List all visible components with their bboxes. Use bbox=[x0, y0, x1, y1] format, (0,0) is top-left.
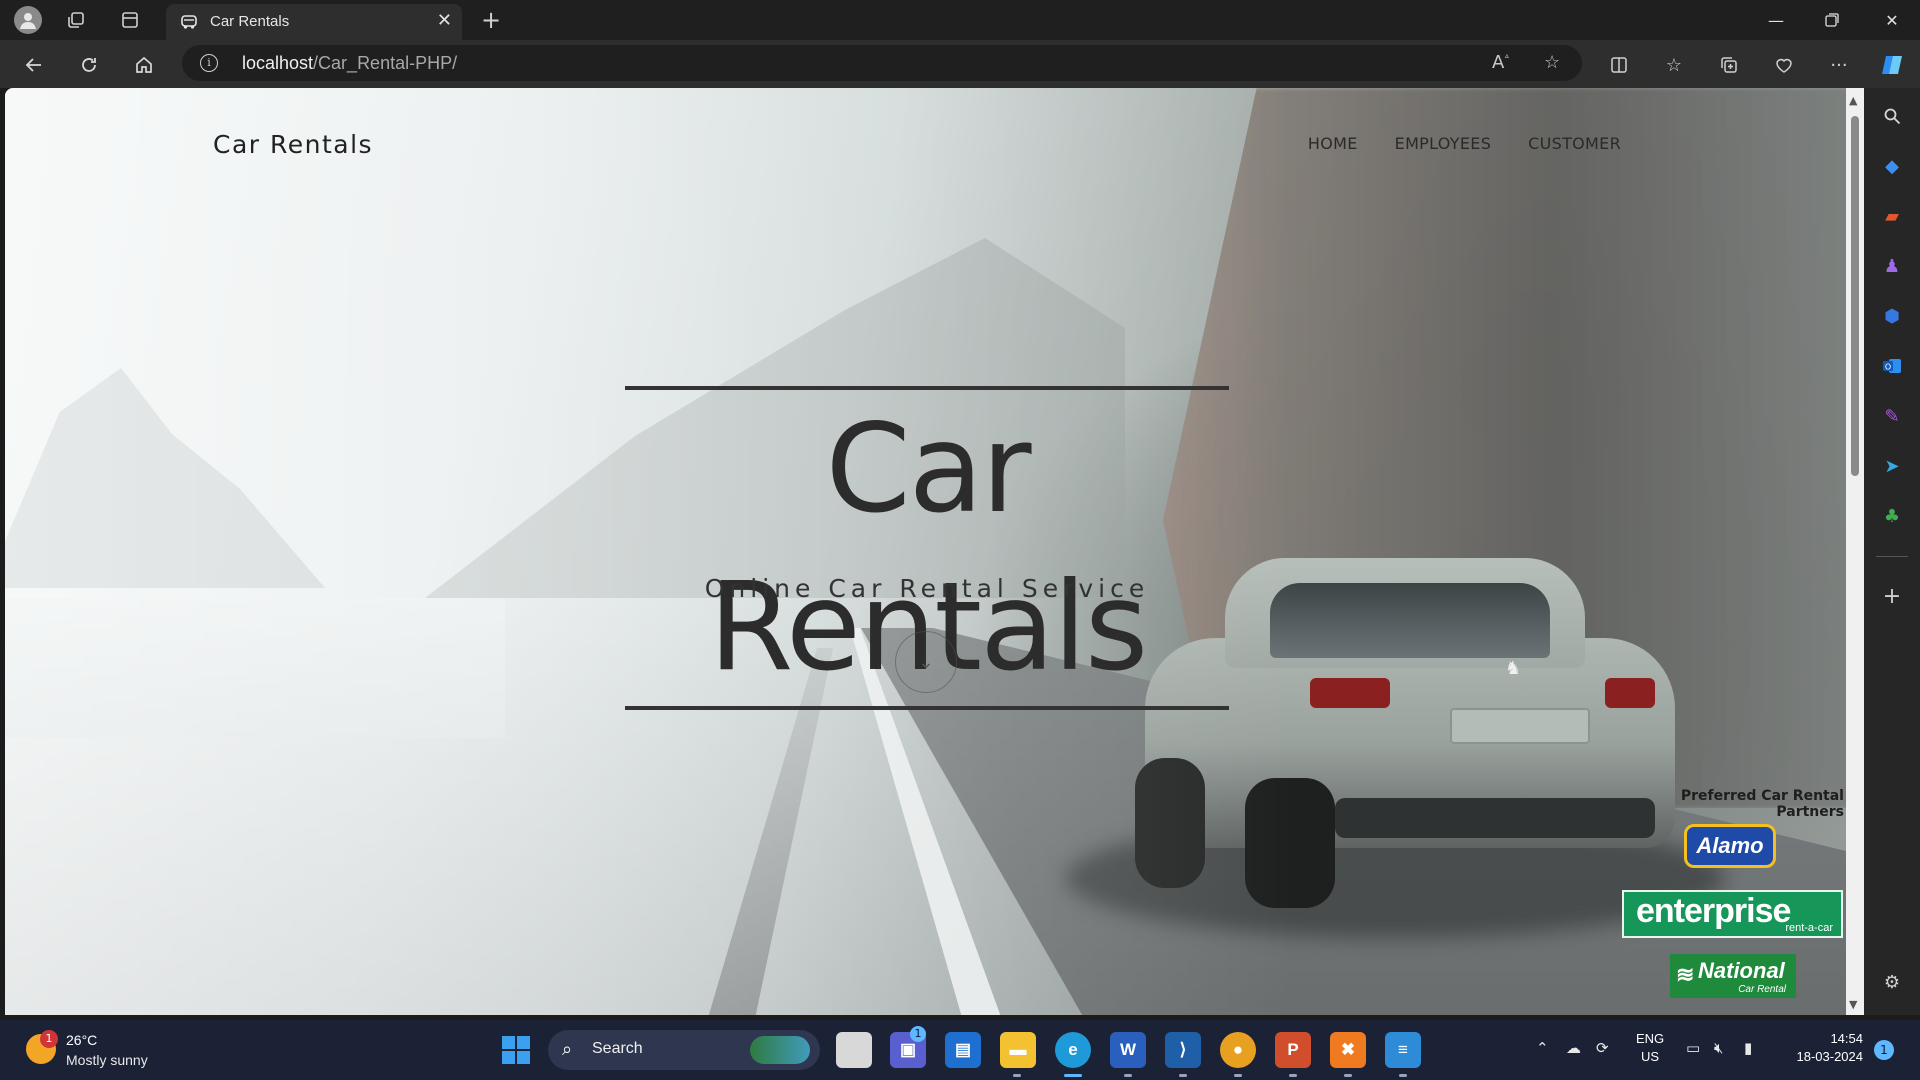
tools-briefcase-icon[interactable]: ▰ bbox=[1878, 202, 1906, 230]
partners-section: Preferred Car Rental Partners Alamo ente… bbox=[1622, 788, 1844, 998]
url-text: localhost/Car_Rental-PHP/ bbox=[242, 53, 457, 74]
language-indicator[interactable]: ENG US bbox=[1636, 1030, 1664, 1066]
vscode-icon[interactable]: ⟩ bbox=[1165, 1032, 1201, 1068]
system-clock[interactable]: 14:54 18-03-2024 bbox=[1783, 1030, 1864, 1066]
profile-avatar-icon[interactable] bbox=[14, 6, 42, 34]
clock-date: 18-03-2024 bbox=[1796, 1049, 1864, 1064]
xampp-icon[interactable]: ✖ bbox=[1330, 1032, 1366, 1068]
refresh-icon[interactable] bbox=[74, 50, 104, 80]
more-options-icon[interactable]: ··· bbox=[1824, 50, 1854, 80]
speaker-muted-icon[interactable]: 🔇︎ bbox=[1714, 1039, 1723, 1057]
tab-close-icon[interactable]: ✕ bbox=[437, 10, 452, 31]
read-aloud-icon[interactable]: Aᐞ bbox=[1492, 52, 1509, 73]
site-info-icon[interactable]: i bbox=[200, 54, 218, 72]
tray-chevron-up-icon[interactable]: ⌃ bbox=[1536, 1039, 1549, 1057]
language-code: ENG bbox=[1636, 1031, 1665, 1046]
page-scrollbar[interactable]: ▲ ▼ bbox=[1846, 88, 1864, 1015]
nav-customer-link[interactable]: CUSTOMER bbox=[1528, 134, 1621, 153]
tab-title: Car Rentals bbox=[210, 13, 290, 30]
windows-start-icon[interactable] bbox=[502, 1036, 530, 1064]
weather-badge: 1 bbox=[40, 1030, 58, 1048]
add-sidebar-app-icon[interactable]: + bbox=[1878, 582, 1906, 610]
favorite-star-icon[interactable]: ☆ bbox=[1544, 52, 1560, 73]
battery-icon[interactable]: ▮ bbox=[1744, 1039, 1752, 1057]
windows-taskbar: 1 26°C Mostly sunny ⌕ Search ▣ 1 ▤ ▬ e W… bbox=[0, 1020, 1920, 1080]
national-swoosh-icon: ≋ bbox=[1676, 962, 1695, 987]
browser-titlebar: Car Rentals ✕ + — ✕ bbox=[0, 0, 1920, 40]
tree-app-icon[interactable]: ♣ bbox=[1878, 502, 1906, 530]
car-favicon-icon bbox=[180, 13, 198, 31]
outlook-icon[interactable]: O bbox=[1878, 352, 1906, 380]
scrollbar-thumb[interactable] bbox=[1851, 116, 1859, 476]
weather-desc: Mostly sunny bbox=[66, 1052, 148, 1068]
browser-tab-active[interactable]: Car Rentals ✕ bbox=[166, 4, 462, 40]
shopping-tag-icon[interactable]: ◆ bbox=[1878, 152, 1906, 180]
search-label: Search bbox=[592, 1040, 643, 1057]
nav-home-link[interactable]: HOME bbox=[1308, 134, 1358, 153]
national-tagline: Car Rental bbox=[1738, 984, 1786, 995]
url-host: localhost bbox=[242, 53, 314, 73]
chevron-down-icon: ⌄ bbox=[918, 651, 934, 673]
chrome-icon[interactable]: ● bbox=[1220, 1032, 1256, 1068]
clock-time: 14:54 bbox=[1830, 1031, 1863, 1046]
onedrive-icon[interactable]: ☁ bbox=[1566, 1039, 1581, 1057]
scroll-down-button[interactable]: ⌄ bbox=[895, 631, 957, 693]
page-viewport: ♞ Car Rentals HOME EMPLOYEES CUSTOMER Ca… bbox=[5, 88, 1846, 1015]
hero-bottom-rule bbox=[625, 706, 1229, 710]
alamo-logo[interactable]: Alamo bbox=[1684, 824, 1776, 868]
designer-icon[interactable]: ✎ bbox=[1878, 402, 1906, 430]
nav-employees-link[interactable]: EMPLOYEES bbox=[1395, 134, 1491, 153]
workspaces-icon[interactable] bbox=[62, 6, 90, 34]
scroll-down-arrow-icon[interactable]: ▼ bbox=[1849, 998, 1857, 1011]
new-tab-icon[interactable]: + bbox=[477, 6, 505, 34]
close-window-icon[interactable]: ✕ bbox=[1870, 6, 1914, 34]
url-path: /Car_Rental-PHP/ bbox=[313, 53, 458, 73]
edge-browser-icon[interactable]: e bbox=[1055, 1032, 1091, 1068]
minimize-icon[interactable]: — bbox=[1754, 6, 1798, 34]
search-icon[interactable] bbox=[1878, 102, 1906, 130]
browser-essentials-icon[interactable] bbox=[1769, 50, 1799, 80]
site-brand[interactable]: Car Rentals bbox=[213, 130, 373, 159]
collections-icon[interactable] bbox=[1714, 50, 1744, 80]
notepad-icon[interactable]: ≡ bbox=[1385, 1032, 1421, 1068]
address-bar[interactable]: i localhost/Car_Rental-PHP/ Aᐞ ☆ bbox=[182, 45, 1582, 81]
file-explorer-icon[interactable]: ▬ bbox=[1000, 1032, 1036, 1068]
home-icon[interactable] bbox=[129, 50, 159, 80]
sidebar-settings-icon[interactable]: ⚙ bbox=[1878, 968, 1906, 996]
word-icon[interactable]: W bbox=[1110, 1032, 1146, 1068]
powerpoint-icon[interactable]: P bbox=[1275, 1032, 1311, 1068]
search-icon: ⌕ bbox=[562, 1039, 573, 1060]
enterprise-logo-text: enterprise bbox=[1636, 892, 1791, 930]
site-nav: HOME EMPLOYEES CUSTOMER bbox=[1308, 134, 1621, 153]
display-icon[interactable]: ▭ bbox=[1686, 1039, 1700, 1057]
enterprise-tagline: rent-a-car bbox=[1785, 922, 1833, 934]
vertical-tabs-icon[interactable] bbox=[116, 6, 144, 34]
keyboard-region: US bbox=[1641, 1049, 1660, 1064]
weather-temp: 26°C bbox=[66, 1032, 98, 1048]
hero-subtitle: Online Car Rental Service bbox=[704, 574, 1150, 603]
restore-icon[interactable] bbox=[1810, 6, 1854, 34]
national-logo-text: National bbox=[1698, 958, 1785, 983]
drop-send-icon[interactable]: ➤ bbox=[1878, 452, 1906, 480]
favorites-icon[interactable]: ☆ bbox=[1659, 50, 1689, 80]
teams-badge: 1 bbox=[910, 1026, 926, 1042]
sync-icon[interactable]: ⟳ bbox=[1596, 1039, 1609, 1057]
store-icon[interactable]: ▤ bbox=[945, 1032, 981, 1068]
scroll-up-arrow-icon[interactable]: ▲ bbox=[1849, 94, 1857, 107]
microsoft-365-icon[interactable]: ⬢ bbox=[1878, 302, 1906, 330]
edge-sidebar: ◆ ▰ ♟ ⬢ O ✎ ➤ ♣ + ⚙ bbox=[1864, 88, 1920, 1015]
back-icon[interactable] bbox=[19, 50, 49, 80]
enterprise-logo[interactable]: enterprise rent-a-car bbox=[1622, 890, 1843, 938]
national-logo[interactable]: ≋ National Car Rental bbox=[1670, 954, 1796, 998]
split-screen-icon[interactable] bbox=[1604, 50, 1634, 80]
search-highlight-icon bbox=[750, 1036, 810, 1064]
task-view-icon[interactable] bbox=[836, 1032, 872, 1068]
taskbar-search[interactable]: ⌕ Search bbox=[548, 1030, 820, 1070]
svg-text:O: O bbox=[1885, 363, 1891, 372]
notification-count-badge[interactable]: 1 bbox=[1874, 1040, 1894, 1060]
browser-toolbar: i localhost/Car_Rental-PHP/ Aᐞ ☆ ☆ ··· bbox=[0, 40, 1920, 88]
partners-title: Preferred Car Rental Partners bbox=[1680, 788, 1844, 820]
copilot-icon[interactable] bbox=[1877, 50, 1907, 80]
games-icon[interactable]: ♟ bbox=[1878, 252, 1906, 280]
